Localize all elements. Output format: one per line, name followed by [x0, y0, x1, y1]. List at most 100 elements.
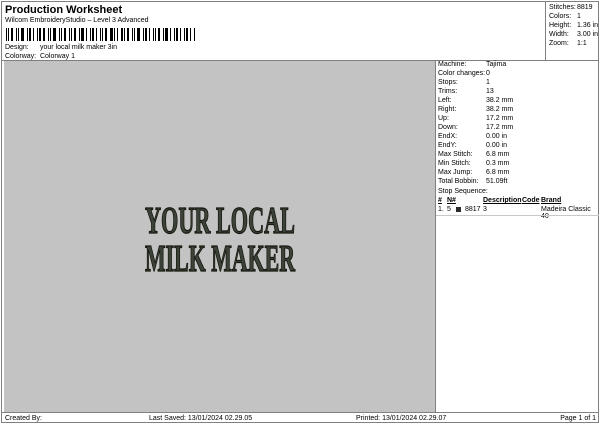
info-value: 13: [486, 88, 494, 95]
barcode-bar: [61, 28, 62, 41]
info-endx: EndX: 0.00 in: [438, 133, 507, 140]
info-color-changes: Color changes:0: [438, 70, 490, 77]
barcode-bar: [105, 28, 107, 41]
info-max-stitch: Max Stitch: 6.8 mm: [438, 151, 509, 158]
stat-label: Height:: [549, 22, 572, 29]
row-brand: Madeira Classic 40: [541, 206, 591, 220]
info-label: Machine:: [438, 61, 467, 68]
barcode-bar: [170, 28, 171, 41]
stat-value: 8819: [577, 4, 593, 11]
machine-info-panel: Machine: Tajima Color changes:0 Stops: 1 T…: [435, 61, 599, 412]
barcode-bar: [184, 28, 185, 41]
barcode-bar: [59, 28, 60, 41]
barcode-bar: [21, 28, 24, 41]
barcode-bar: [163, 28, 164, 41]
barcode-bar: [145, 28, 147, 41]
barcode-bar: [102, 28, 103, 41]
stat-value: 1:1: [577, 40, 587, 47]
info-value: 51.09ft: [486, 178, 508, 185]
barcode-bar: [29, 28, 31, 41]
info-stops: Stops: 1: [438, 79, 490, 86]
info-min-stitch: Min Stitch: 0.3 mm: [438, 160, 509, 167]
info-value: Tajima: [486, 61, 507, 68]
last-saved: Last Saved: 13/01/2024 02.29.05: [149, 415, 253, 422]
stat-width: Width: 3.00 in: [549, 31, 598, 38]
info-value: 0.3 mm: [486, 160, 510, 167]
barcode-bar: [190, 28, 191, 41]
info-up: Up: 17.2 mm: [438, 115, 513, 122]
barcode-bar: [18, 28, 19, 41]
printed-date: Printed: 13/01/2024 02.29.07: [356, 415, 447, 422]
info-label: Max Jump:: [438, 169, 473, 176]
info-value: 1: [486, 79, 490, 86]
col-code: Code: [522, 197, 540, 204]
info-label: Up:: [438, 115, 449, 122]
barcode-bar: [174, 28, 175, 41]
barcode-bar: [186, 28, 188, 41]
design-text-line-1: YOUR LOCAL: [145, 200, 295, 242]
stat-value: 1: [577, 13, 581, 20]
barcode-bar: [16, 28, 17, 41]
colorway-label: Colorway:: [5, 53, 37, 60]
embroidery-design: YOUR LOCAL MILK MAKER: [144, 199, 296, 280]
stat-value: 3.00 in: [577, 31, 599, 38]
row-number: 1.: [438, 206, 444, 213]
barcode-bar: [158, 28, 160, 41]
barcode-bar: [39, 28, 41, 41]
barcode-bar: [124, 28, 125, 41]
row-code: 3: [483, 206, 487, 213]
info-down: Down: 17.2 mm: [438, 124, 513, 131]
info-total-bobbin: Total Bobbin: 51.09ft: [438, 178, 507, 185]
info-right: Right: 38.2 mm: [438, 106, 513, 113]
colorway-row: Colorway: Colorway 1: [5, 53, 75, 60]
barcode-bar: [74, 28, 76, 41]
stat-value: 1.36 in: [577, 22, 599, 29]
stat-label: Zoom:: [549, 40, 569, 47]
barcode-bar: [117, 28, 118, 41]
divider: [436, 215, 599, 216]
stop-sequence-header: # N# Description Code Brand: [436, 197, 599, 205]
info-label: Color changes:: [438, 70, 486, 77]
barcode-bar: [180, 28, 181, 41]
barcode-bar: [48, 28, 49, 41]
info-label: EndY:: [438, 142, 457, 149]
col-number: #: [438, 197, 442, 204]
worksheet-header: Production Worksheet Wilcom EmbroiderySt…: [2, 2, 546, 61]
stat-label: Width:: [549, 31, 569, 38]
info-value: 38.2 mm: [486, 106, 514, 113]
info-label: Trims:: [438, 88, 458, 95]
stop-sequence-title: Stop Sequence:: [438, 188, 488, 195]
barcode-bar: [165, 28, 168, 41]
barcode-bar: [64, 28, 66, 41]
info-max-jump: Max Jump: 6.8 mm: [438, 169, 509, 176]
info-label: EndX:: [438, 133, 458, 140]
barcode-bar: [71, 28, 72, 41]
design-preview-canvas: YOUR LOCAL MILK MAKER: [4, 61, 435, 412]
stat-colors: Colors: 1: [549, 13, 581, 20]
barcode-bar: [143, 28, 144, 41]
design-stats: Stitches:8819 Colors: 1 Height: 1.36 in Wi…: [546, 2, 599, 61]
stat-zoom: Zoom: 1:1: [549, 40, 587, 47]
barcode-bar: [33, 28, 34, 41]
col-brand: Brand: [541, 197, 562, 204]
barcode-bar: [27, 28, 28, 41]
barcode-bar: [155, 28, 156, 41]
info-label: Down:: [438, 124, 458, 131]
barcode-bar: [137, 28, 140, 41]
barcode-bar: [132, 28, 133, 41]
page-number: Page 1 of 1: [560, 415, 596, 422]
info-value: 0.00 in: [486, 133, 508, 140]
info-label: Left:: [438, 97, 452, 104]
design-text-line-2: MILK MAKER: [145, 238, 295, 280]
info-label: Min Stitch:: [438, 160, 471, 167]
stat-height: Height: 1.36 in: [549, 22, 598, 29]
stat-label: Colors:: [549, 13, 572, 20]
info-value: 0: [486, 70, 490, 77]
barcode-bar: [11, 28, 13, 41]
info-endy: EndY: 0.00 in: [438, 142, 507, 149]
barcode-bar: [127, 28, 129, 41]
design-value: your local milk maker 3in: [39, 44, 117, 51]
info-label: Total Bobbin:: [438, 178, 479, 185]
barcode-bar: [37, 28, 38, 41]
info-value: 38.2 mm: [486, 97, 514, 104]
